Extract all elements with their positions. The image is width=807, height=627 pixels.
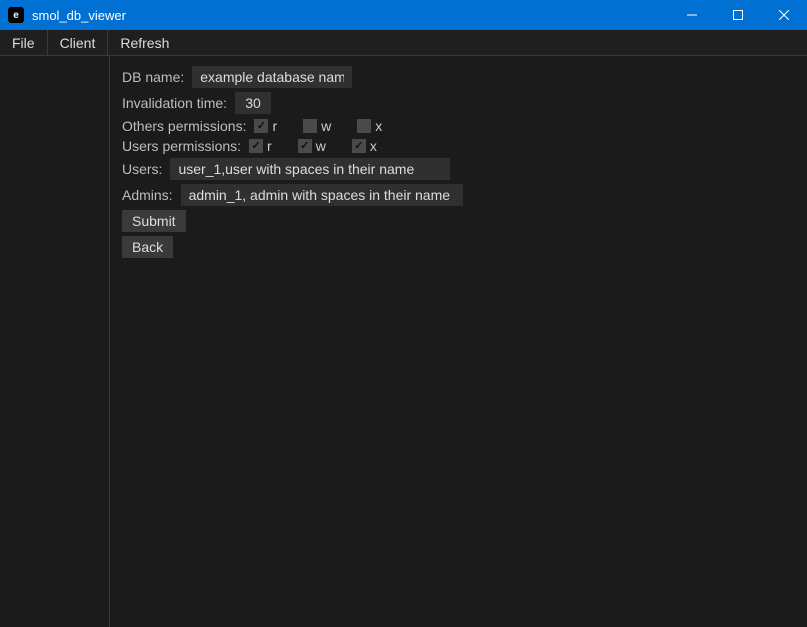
users-input[interactable] — [170, 158, 450, 180]
users-perm-w-checkbox[interactable] — [298, 139, 312, 153]
menubar: File Client Refresh — [0, 30, 807, 56]
minimize-button[interactable] — [669, 0, 715, 30]
users-label: Users: — [122, 161, 162, 177]
db-name-input[interactable] — [192, 66, 352, 88]
submit-button[interactable]: Submit — [122, 210, 186, 232]
others-perm-r-checkbox[interactable] — [254, 119, 268, 133]
menu-file[interactable]: File — [0, 30, 48, 55]
db-name-label: DB name: — [122, 69, 184, 85]
menu-refresh[interactable]: Refresh — [108, 30, 181, 55]
perm-x-label: x — [370, 138, 377, 154]
users-permissions-label: Users permissions: — [122, 138, 241, 154]
others-permissions-label: Others permissions: — [122, 118, 246, 134]
app-icon: e — [8, 7, 24, 23]
others-perm-w-checkbox[interactable] — [303, 119, 317, 133]
admins-input[interactable] — [181, 184, 463, 206]
perm-x-label: x — [375, 118, 382, 134]
menu-client[interactable]: Client — [48, 30, 109, 55]
minimize-icon — [687, 10, 697, 20]
perm-w-label: w — [316, 138, 326, 154]
invalidation-time-input[interactable] — [235, 92, 271, 114]
close-icon — [779, 10, 789, 20]
admins-label: Admins: — [122, 187, 173, 203]
users-perm-x-checkbox[interactable] — [352, 139, 366, 153]
back-button[interactable]: Back — [122, 236, 173, 258]
users-perm-r-checkbox[interactable] — [249, 139, 263, 153]
invalidation-time-label: Invalidation time: — [122, 95, 227, 111]
perm-w-label: w — [321, 118, 331, 134]
window-title: smol_db_viewer — [32, 8, 126, 23]
maximize-icon — [733, 10, 743, 20]
others-perm-x-checkbox[interactable] — [357, 119, 371, 133]
close-button[interactable] — [761, 0, 807, 30]
content-panel: DB name: Invalidation time: Others permi… — [110, 56, 807, 627]
sidebar — [0, 56, 110, 627]
maximize-button[interactable] — [715, 0, 761, 30]
window-titlebar: e smol_db_viewer — [0, 0, 807, 30]
perm-r-label: r — [272, 118, 277, 134]
perm-r-label: r — [267, 138, 272, 154]
